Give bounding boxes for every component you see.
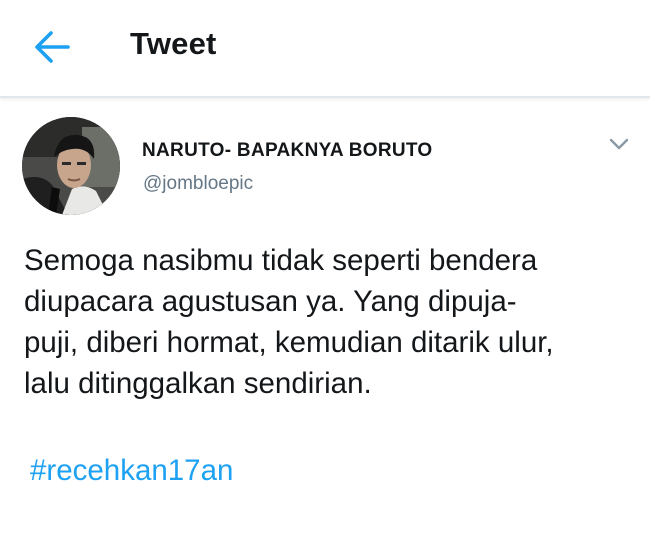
tweet-text-line: puji, diberi hormat, kemudian ditarik ul… xyxy=(24,326,554,359)
tweet-menu-button[interactable] xyxy=(606,133,632,155)
tweet-text-line: diupacara agustusan ya. Yang dipuja- xyxy=(24,285,517,318)
hashtag-link[interactable]: #recehkan17an xyxy=(30,450,233,491)
back-button[interactable] xyxy=(30,27,74,67)
arrow-left-icon xyxy=(30,27,74,67)
page-title: Tweet xyxy=(130,26,217,61)
chevron-down-icon xyxy=(606,133,632,155)
tweet-text-line: lalu ditinggalkan sendirian. xyxy=(24,367,372,400)
author-display-name[interactable]: NARUTO- BAPAKNYA BORUTO xyxy=(142,140,433,162)
author-handle[interactable]: @jombloepic xyxy=(143,173,253,195)
tweet-text-line: Semoga nasibmu tidak seperti bendera xyxy=(24,244,538,277)
tweet-text: Semoga nasibmu tidak seperti bendera diu… xyxy=(24,240,636,404)
top-app-bar: Tweet xyxy=(0,0,650,98)
avatar[interactable] xyxy=(22,117,120,215)
